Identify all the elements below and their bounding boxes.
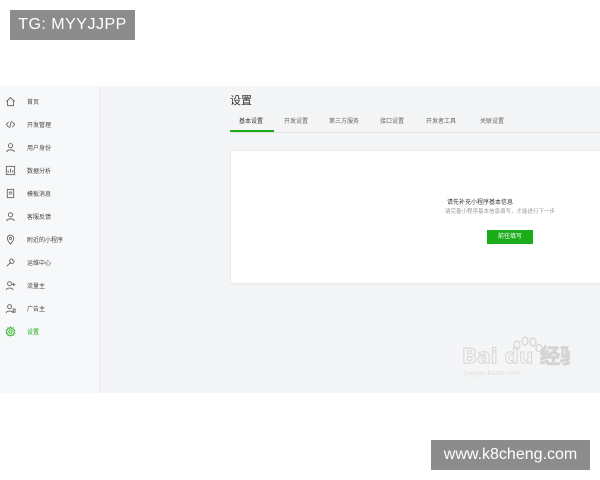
sidebar-item-customer-service[interactable]: 客服反馈 (0, 205, 99, 227)
sidebar-item-label: 运维中心 (27, 259, 52, 267)
site-label: www.k8cheng.com (431, 440, 590, 470)
chart-icon (4, 164, 16, 176)
tab-basic-settings[interactable]: 基本设置 (239, 112, 263, 132)
page-title: 设置 (230, 94, 252, 107)
settings-tabs: 基本设置 开发设置 第三方服务 接口设置 开发者工具 关联设置 (230, 112, 600, 133)
sidebar-item-label: 客服反馈 (27, 213, 52, 221)
support-icon (4, 210, 16, 222)
gear-icon (4, 325, 16, 337)
sidebar-item-label: 首页 (27, 98, 40, 106)
tab-link-settings[interactable]: 关联设置 (480, 112, 504, 132)
location-icon (4, 233, 16, 245)
home-icon (4, 95, 16, 107)
sidebar-item-nearby[interactable]: 附近的小程序 (0, 228, 99, 250)
sidebar-item-label: 流量主 (27, 282, 46, 290)
card-description: 请完善小程序基本信息填写，才能进行下一步 (445, 209, 556, 215)
sidebar-item-label: 开发管理 (27, 121, 52, 129)
baidu-jingyan-watermark: Bai du 经验 jingyan.baidu.com (462, 336, 570, 377)
sidebar-item-user-identity[interactable]: 用户身份 (0, 136, 99, 158)
fill-info-button[interactable]: 前往填写 (487, 230, 533, 244)
tab-api-settings[interactable]: 接口设置 (380, 112, 404, 132)
sidebar-item-label: 用户身份 (27, 144, 52, 152)
sidebar-item-advertiser[interactable]: 广告主 (0, 297, 99, 319)
user-ad-icon (4, 302, 16, 314)
code-icon (4, 118, 16, 130)
sidebar-item-analytics[interactable]: 数据分析 (0, 159, 99, 181)
sidebar-item-traffic-owner[interactable]: 流量主 (0, 274, 99, 296)
sidebar-item-label: 模板消息 (27, 190, 52, 198)
active-tab-indicator (230, 130, 274, 132)
watermark-subtext: jingyan.baidu.com (463, 370, 520, 377)
tab-dev-tools[interactable]: 开发者工具 (426, 112, 456, 132)
wrench-icon (4, 256, 16, 268)
sidebar-item-label: 设置 (27, 328, 40, 336)
watermark-text: Bai du 经验 (462, 344, 570, 368)
sidebar-item-dev-manage[interactable]: 开发管理 (0, 113, 99, 135)
wechat-miniprogram-admin: 首页 开发管理 用户身份 数据分析 模板消息 客服反馈 附近的小程序 运维中心 (0, 86, 600, 393)
document-icon (4, 187, 16, 199)
user-plus-icon (4, 279, 16, 291)
sidebar: 首页 开发管理 用户身份 数据分析 模板消息 客服反馈 附近的小程序 运维中心 (0, 86, 100, 393)
main-content: 设置 基本设置 开发设置 第三方服务 接口设置 开发者工具 关联设置 请先补充小… (100, 86, 600, 393)
sidebar-item-home[interactable]: 首页 (0, 90, 99, 112)
sidebar-item-template-msg[interactable]: 模板消息 (0, 182, 99, 204)
tab-third-party[interactable]: 第三方服务 (329, 112, 359, 132)
sidebar-item-label: 附近的小程序 (27, 236, 64, 244)
tg-label: TG: MYYJJPP (10, 10, 135, 40)
sidebar-item-label: 数据分析 (27, 167, 52, 175)
card-title: 请先补充小程序基本信息 (447, 199, 514, 206)
sidebar-item-settings[interactable]: 设置 (0, 320, 99, 342)
user-icon (4, 141, 16, 153)
basic-info-card: 请先补充小程序基本信息 请完善小程序基本信息填写，才能进行下一步 前往填写 (230, 150, 600, 284)
sidebar-item-ops-center[interactable]: 运维中心 (0, 251, 99, 273)
tab-dev-settings[interactable]: 开发设置 (284, 112, 308, 132)
sidebar-item-label: 广告主 (27, 305, 46, 313)
